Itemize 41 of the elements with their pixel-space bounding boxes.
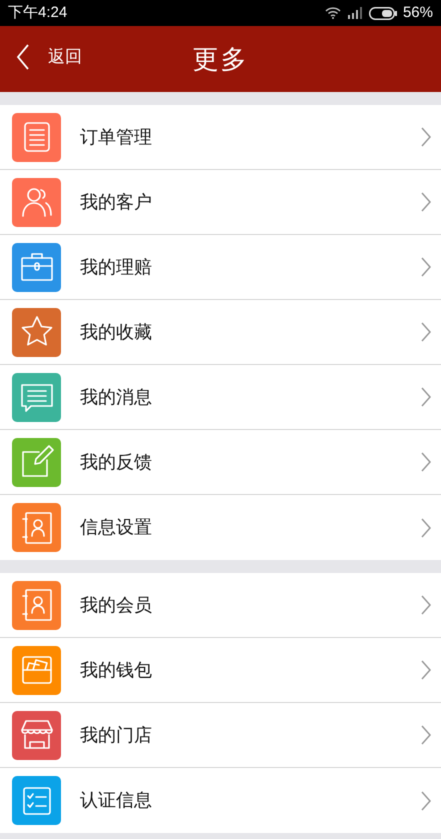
menu-item[interactable]: 信息设置	[0, 495, 441, 560]
menu-item[interactable]: 我的客户	[0, 170, 441, 235]
menu-label: 我的钱包	[80, 658, 153, 682]
status-time: 下午4:24	[8, 2, 68, 23]
menu-item[interactable]: 我的会员	[0, 573, 441, 638]
battery-icon	[368, 6, 397, 20]
chevron-icon	[421, 518, 431, 538]
signal-icon	[346, 7, 363, 19]
menu-item[interactable]: 我的门店	[0, 703, 441, 768]
chevron-icon	[421, 660, 431, 680]
battery-percent: 56%	[402, 2, 433, 23]
chevron-icon	[421, 387, 431, 407]
menu-label: 订单管理	[80, 126, 153, 148]
menu-label: 我的理赔	[80, 256, 153, 278]
chevron-icon	[421, 127, 431, 147]
menu-label: 我的反馈	[80, 450, 153, 474]
chevron-icon	[421, 452, 431, 472]
page-title: 更多	[192, 42, 248, 76]
menu-item[interactable]: 我的收藏	[0, 300, 441, 365]
menu-label: 信息设置	[80, 516, 153, 539]
menu-item[interactable]: 订单管理	[0, 105, 441, 170]
menu-item[interactable]: 我的理赔	[0, 235, 441, 300]
chevron-icon	[421, 595, 431, 615]
menu-item[interactable]: 认证信息	[0, 768, 441, 833]
menu-label: 认证信息	[80, 789, 153, 812]
menu-label: 我的门店	[80, 724, 153, 746]
back-icon	[16, 44, 30, 70]
chevron-icon	[421, 192, 431, 212]
menu-label: 我的会员	[80, 594, 153, 616]
wifi-icon	[324, 7, 341, 19]
menu-item[interactable]: 我的消息	[0, 365, 441, 430]
menu-item[interactable]: 我的反馈	[0, 430, 441, 495]
menu-label: 我的收藏	[80, 320, 153, 344]
menu-label: 我的客户	[80, 190, 153, 214]
chevron-icon	[421, 257, 431, 277]
menu-item[interactable]: 我的钱包	[0, 638, 441, 703]
chevron-icon	[421, 725, 431, 745]
chevron-icon	[421, 790, 431, 810]
back-button[interactable]: 返回	[16, 44, 82, 70]
menu-label: 我的消息	[80, 386, 153, 408]
chevron-icon	[421, 322, 431, 342]
